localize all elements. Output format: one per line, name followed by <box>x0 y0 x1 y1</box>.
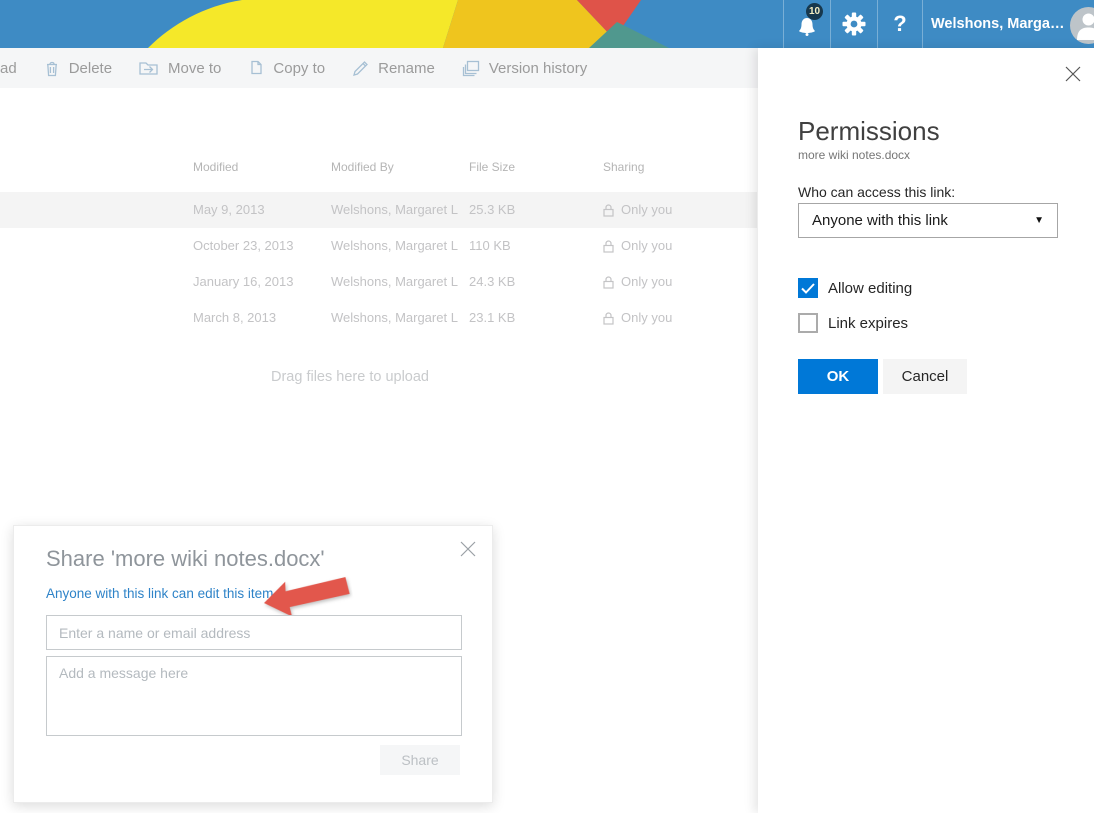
cell-modified-by: Welshons, Margaret L <box>331 228 458 264</box>
toolbar-item-upload-partial[interactable]: ad <box>0 60 17 77</box>
toolbar-item-label: Version history <box>489 60 587 77</box>
command-toolbar: ad Delete Move to Copy to <box>0 48 758 88</box>
toolbar-item-label: Delete <box>69 60 112 77</box>
link-expires-checkbox[interactable]: Link expires <box>798 313 908 333</box>
column-header-modified-by[interactable]: Modified By <box>331 160 394 174</box>
pencil-icon <box>352 60 369 77</box>
cell-file-size: 110 KB <box>469 228 511 264</box>
table-row[interactable]: October 23, 2013 Welshons, Margaret L 11… <box>0 228 757 264</box>
table-header: Modified Modified By File Size Sharing <box>0 160 757 184</box>
close-icon <box>1065 66 1081 82</box>
trash-icon <box>44 60 60 77</box>
panel-subtitle-filename: more wiki notes.docx <box>798 148 910 162</box>
cell-file-size: 23.1 KB <box>469 300 515 336</box>
toolbar-item-label: Rename <box>378 60 435 77</box>
message-input[interactable] <box>46 656 462 736</box>
share-button[interactable]: Share <box>380 745 460 775</box>
column-header-file-size[interactable]: File Size <box>469 160 515 174</box>
sharing-label: Only you <box>621 228 672 264</box>
dialog-close-button[interactable] <box>460 541 476 557</box>
cell-modified-by: Welshons, Margaret L <box>331 300 458 336</box>
table-row[interactable]: May 9, 2013 Welshons, Margaret L 25.3 KB… <box>0 192 757 228</box>
cell-modified-by: Welshons, Margaret L <box>331 192 458 228</box>
gear-icon <box>842 12 866 36</box>
permissions-panel: Permissions more wiki notes.docx Who can… <box>758 48 1094 813</box>
lock-icon <box>603 312 614 325</box>
cell-sharing: Only you <box>603 300 672 336</box>
notifications-button[interactable]: 10 <box>783 0 830 48</box>
toolbar-item-version-history[interactable]: Version history <box>462 60 587 77</box>
user-name: Welshons, Marga… <box>931 16 1064 32</box>
sharing-label: Only you <box>621 300 672 336</box>
close-icon <box>460 541 476 557</box>
share-dialog: Share 'more wiki notes.docx' Anyone with… <box>13 525 493 803</box>
notification-badge: 10 <box>806 3 823 20</box>
help-icon: ? <box>893 11 906 37</box>
sharing-label: Only you <box>621 264 672 300</box>
cell-sharing: Only you <box>603 264 672 300</box>
access-dropdown[interactable]: Anyone with this link ▼ <box>798 203 1058 238</box>
sharing-label: Only you <box>621 192 672 228</box>
allow-editing-checkbox[interactable]: Allow editing <box>798 278 912 298</box>
chevron-down-icon: ▼ <box>1034 215 1044 226</box>
ok-button[interactable]: OK <box>798 359 878 394</box>
toolbar-item-rename[interactable]: Rename <box>352 60 435 77</box>
cell-file-size: 24.3 KB <box>469 264 515 300</box>
column-header-sharing[interactable]: Sharing <box>603 160 644 174</box>
toolbar-item-move-to[interactable]: Move to <box>139 60 221 77</box>
close-button[interactable] <box>1065 66 1081 82</box>
panel-title: Permissions <box>798 116 940 147</box>
column-header-modified[interactable]: Modified <box>193 160 238 174</box>
table-row[interactable]: January 16, 2013 Welshons, Margaret L 24… <box>0 264 757 300</box>
avatar <box>1070 7 1094 44</box>
suite-bar: 10 ? Welshons, Marga… <box>0 0 1094 48</box>
lock-icon <box>603 276 614 289</box>
recipient-input[interactable] <box>46 615 462 650</box>
move-to-icon <box>139 60 159 76</box>
cell-sharing: Only you <box>603 192 672 228</box>
copy-to-icon <box>248 60 264 77</box>
cell-modified-by: Welshons, Margaret L <box>331 264 458 300</box>
link-permission-link[interactable]: Anyone with this link can edit this item… <box>46 586 277 601</box>
settings-button[interactable] <box>830 0 877 48</box>
cancel-button[interactable]: Cancel <box>883 359 967 394</box>
lock-icon <box>603 204 614 217</box>
dropzone-hint: Drag files here to upload <box>0 369 700 385</box>
account-menu[interactable]: Welshons, Marga… <box>922 0 1094 48</box>
checkbox-label: Link expires <box>828 315 908 332</box>
checkbox-unchecked <box>798 313 818 333</box>
cell-modified: May 9, 2013 <box>193 192 265 228</box>
cell-modified: January 16, 2013 <box>193 264 293 300</box>
access-dropdown-value: Anyone with this link <box>812 212 948 229</box>
toolbar-item-copy-to[interactable]: Copy to <box>248 60 325 77</box>
access-label: Who can access this link: <box>798 184 955 200</box>
cell-file-size: 25.3 KB <box>469 192 515 228</box>
cell-sharing: Only you <box>603 228 672 264</box>
dialog-title: Share 'more wiki notes.docx' <box>46 546 325 572</box>
toolbar-item-label: Copy to <box>273 60 325 77</box>
checkbox-checked <box>798 278 818 298</box>
toolbar-item-label: Move to <box>168 60 221 77</box>
checkbox-label: Allow editing <box>828 280 912 297</box>
check-icon <box>801 283 815 294</box>
toolbar-item-label: ad <box>0 60 17 77</box>
cell-modified: October 23, 2013 <box>193 228 293 264</box>
toolbar-item-delete[interactable]: Delete <box>44 60 112 77</box>
cell-modified: March 8, 2013 <box>193 300 276 336</box>
lock-icon <box>603 240 614 253</box>
table-row[interactable]: March 8, 2013 Welshons, Margaret L 23.1 … <box>0 300 757 336</box>
help-button[interactable]: ? <box>877 0 922 48</box>
version-history-icon <box>462 60 480 77</box>
